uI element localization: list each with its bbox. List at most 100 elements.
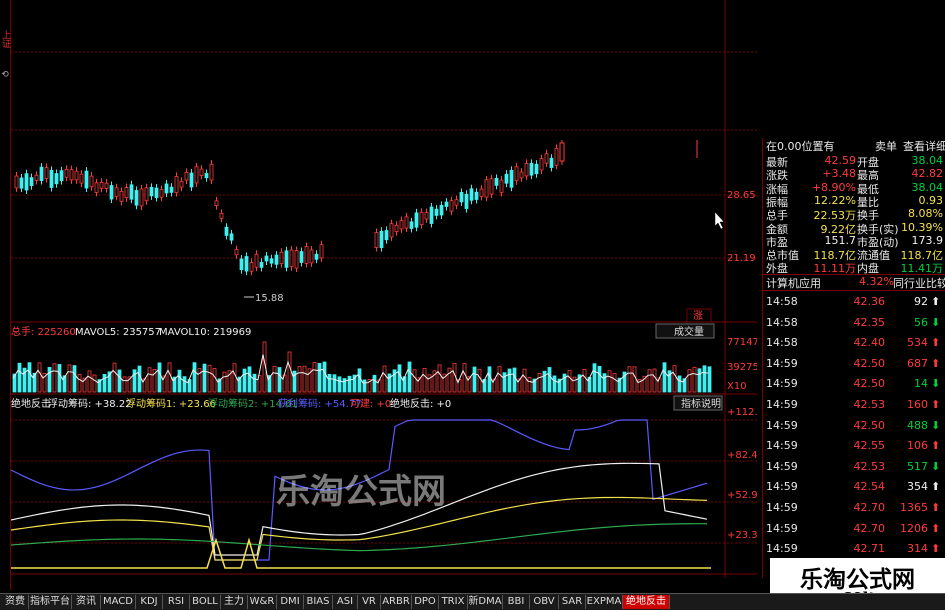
main-chart-area[interactable]: 28.65 21.19 15.88 涨 总手: 225260 MAVOL5: 2… (10, 0, 764, 591)
volume-bar (322, 361, 327, 393)
quote-row: 金额 9.22亿 换手(实) 10.39% (763, 220, 945, 236)
tab-rsi[interactable]: RSI (163, 595, 190, 609)
tick-row: 14:59 42.70 1365 ⬆ (763, 501, 945, 515)
tab-obv[interactable]: OBV (530, 595, 559, 609)
volume-bar (47, 367, 52, 393)
tab-macd[interactable]: MACD (101, 595, 136, 609)
tick-row: 14:59 42.55 106 ⬆ (763, 439, 945, 453)
tick-volume: 687 (907, 356, 928, 370)
volume-bar (297, 366, 302, 393)
candle (259, 258, 264, 272)
quote-value: +3.48 (822, 167, 856, 181)
quote-value: +8.90% (811, 180, 856, 194)
volume-bar (412, 369, 417, 393)
candle (539, 154, 544, 175)
candle (544, 149, 549, 168)
volume-bar (497, 366, 502, 393)
tick-price: 42.40 (853, 336, 886, 350)
arrow-up-icon: ⬆ (931, 542, 941, 556)
tick-row: 14:59 42.50 488 ⬇ (763, 419, 945, 433)
indicator-help-button-label[interactable]: 指标说明 (681, 397, 721, 410)
tab-sar[interactable]: SAR (559, 595, 586, 609)
tab-trix[interactable]: TRIX (439, 595, 468, 609)
tab-dpo[interactable]: DPO (412, 595, 439, 609)
view-detail-link[interactable]: 查看详细 (903, 138, 945, 154)
volume-indicator-button-label[interactable]: 成交量 (674, 325, 704, 338)
indicator-name: 绝地反击 (11, 397, 51, 410)
tab-expma[interactable]: EXPMA (586, 595, 623, 609)
volume-bar (287, 351, 292, 393)
arrow-up-icon: ⬆ (931, 336, 941, 350)
sector-row[interactable]: 计算机应用 4.32% 同行业比较 (763, 274, 945, 291)
sector-compare-link[interactable]: 同行业比较 (893, 275, 945, 291)
tab-boll[interactable]: BOLL (190, 595, 221, 609)
tick-price: 42.53 (853, 398, 886, 411)
tick-row: 14:58 42.36 92 ⬆ (763, 295, 945, 309)
candle (469, 184, 474, 205)
candle (194, 162, 199, 187)
candle (399, 216, 404, 233)
refresh-icon[interactable]: ⟲ (0, 70, 10, 80)
volume-bar (567, 370, 572, 393)
candle (454, 195, 459, 210)
arrow-up-icon: ⬆ (931, 398, 941, 411)
tab-wr[interactable]: W&R (248, 595, 277, 609)
candle (279, 248, 284, 268)
candle (529, 159, 534, 180)
volume-bar (652, 368, 657, 393)
volume-bar (687, 369, 692, 393)
candle (419, 208, 424, 229)
candle (509, 166, 514, 192)
volume-bar (272, 365, 277, 393)
quote-value: 8.08% (908, 207, 943, 221)
volume-legend-ma5: MAVOL5: 235757 (75, 327, 161, 338)
candle (19, 173, 24, 193)
tab-asi[interactable]: ASI (333, 595, 358, 609)
candle (449, 196, 454, 216)
tick-row: 14:58 42.40 534 ⬆ (763, 336, 945, 350)
tab-dmi[interactable]: DMI (277, 595, 304, 609)
volume-bar (202, 363, 207, 393)
tab-[interactable]: 资费 (2, 595, 29, 609)
volume-bar (357, 368, 362, 393)
candle (84, 167, 89, 193)
quote-row: 总市值 118.7亿 流通值 118.7亿 (763, 247, 945, 262)
tab-[interactable]: 资讯 (72, 595, 101, 609)
sell-order-label[interactable]: 卖单 (875, 138, 897, 154)
left-vertical-toolbar[interactable]: 上证 ⟲ (0, 0, 11, 590)
volume-bar (122, 376, 127, 393)
candle (34, 171, 39, 185)
candle (524, 159, 529, 180)
tick-volume: 517 (907, 459, 928, 473)
tab-bbi[interactable]: BBI (503, 595, 530, 609)
candle (94, 178, 99, 197)
volume-bar (157, 362, 162, 393)
candle (319, 240, 324, 262)
tab-bias[interactable]: BIAS (304, 595, 333, 609)
tab-arbr[interactable]: ARBR (381, 595, 412, 609)
candle (164, 179, 169, 197)
volume-bar (177, 369, 182, 393)
tick-volume: 1206 (900, 521, 928, 535)
quote-value: 10.39% (901, 220, 943, 234)
tab-kdj[interactable]: KDJ (136, 595, 163, 609)
sector-name[interactable]: 计算机应用 (766, 275, 821, 291)
tick-price: 42.55 (853, 439, 886, 453)
volume-bar (477, 368, 482, 393)
volume-bar (17, 362, 22, 393)
quote-row: 涨跌 +3.48 最高 42.82 (763, 167, 945, 182)
tab-vr[interactable]: VR (358, 595, 381, 609)
candle (284, 246, 289, 272)
tab-dma[interactable]: 新DMA (468, 595, 503, 609)
candle (264, 252, 269, 265)
kline-chart-svg[interactable]: 28.65 21.19 15.88 涨 总手: 225260 MAVOL5: 2… (10, 0, 764, 591)
tab-[interactable]: 主力 (221, 595, 248, 609)
volume-bar (547, 367, 552, 393)
volume-bar (277, 367, 282, 393)
left-strip-label[interactable]: 上证 (0, 30, 10, 48)
tick-row: 14:59 42.53 160 ⬆ (763, 398, 945, 412)
tab-[interactable]: 指标平台 (29, 595, 72, 609)
tab-[interactable]: 绝地反击 (623, 595, 670, 609)
candle (44, 163, 49, 183)
volume-bar (77, 373, 82, 393)
